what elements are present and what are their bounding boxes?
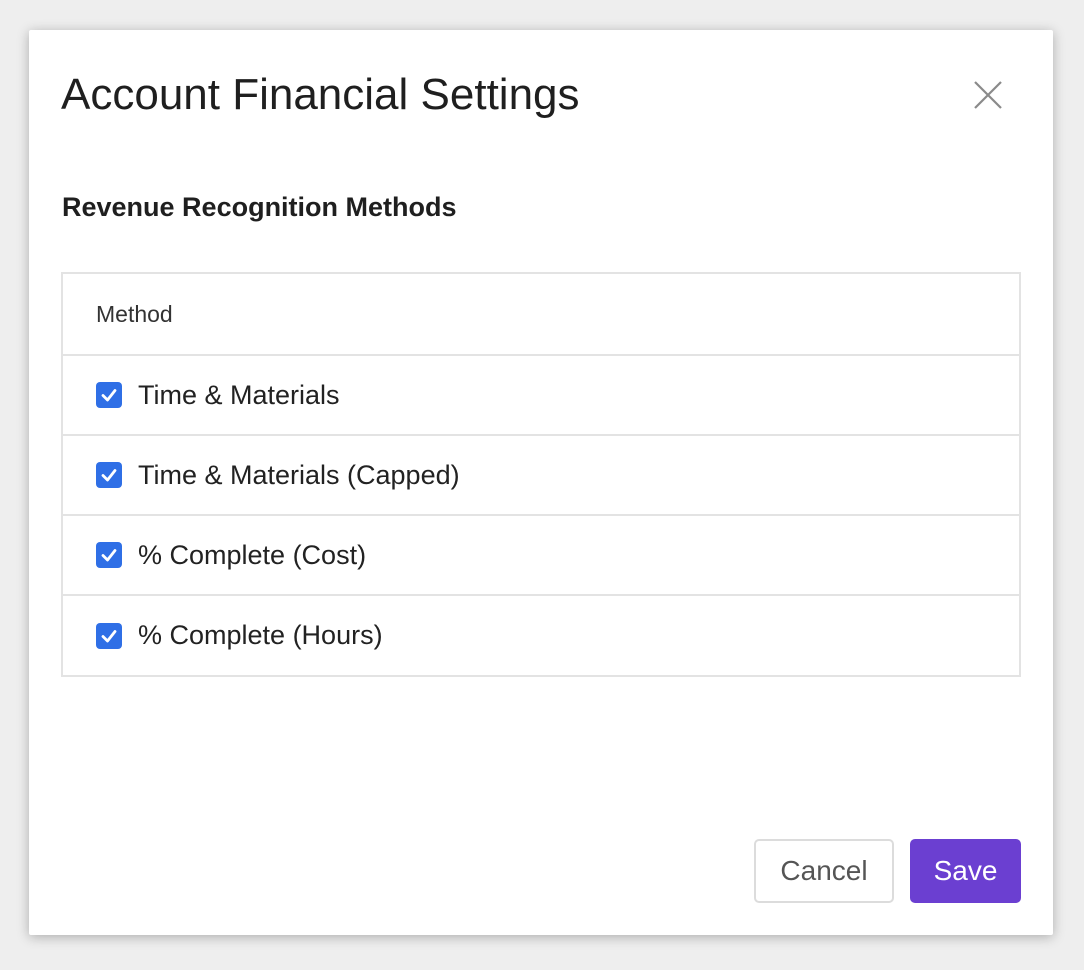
method-checkbox[interactable] — [96, 542, 122, 568]
close-icon — [974, 81, 1002, 109]
checkmark-icon — [101, 389, 117, 402]
checkmark-icon — [101, 469, 117, 482]
table-row: Time & Materials — [63, 356, 1019, 436]
method-checkbox[interactable] — [96, 462, 122, 488]
checkmark-icon — [101, 549, 117, 562]
table-row: % Complete (Cost) — [63, 516, 1019, 596]
method-label: Time & Materials (Capped) — [138, 459, 460, 490]
method-checkbox[interactable] — [96, 382, 122, 408]
table-header: Method — [63, 274, 1019, 356]
revenue-methods-table: Method Time & Materials Time & Materials… — [61, 272, 1021, 677]
section-title: Revenue Recognition Methods — [62, 192, 457, 222]
method-checkbox[interactable] — [96, 622, 122, 649]
table-row: % Complete (Hours) — [63, 596, 1019, 675]
dialog-footer: Cancel Save — [754, 839, 1021, 903]
save-button[interactable]: Save — [910, 839, 1021, 903]
table-row: Time & Materials (Capped) — [63, 436, 1019, 516]
method-label: Time & Materials — [138, 379, 340, 410]
modal-title: Account Financial Settings — [61, 70, 580, 119]
checkmark-icon — [101, 629, 117, 642]
method-label: % Complete (Hours) — [138, 620, 383, 650]
account-financial-settings-dialog: Account Financial Settings Revenue Recog… — [29, 30, 1053, 935]
method-label: % Complete (Cost) — [138, 539, 367, 570]
cancel-button[interactable]: Cancel — [754, 839, 894, 903]
close-button[interactable] — [969, 76, 1007, 114]
column-header-method: Method — [96, 300, 173, 327]
